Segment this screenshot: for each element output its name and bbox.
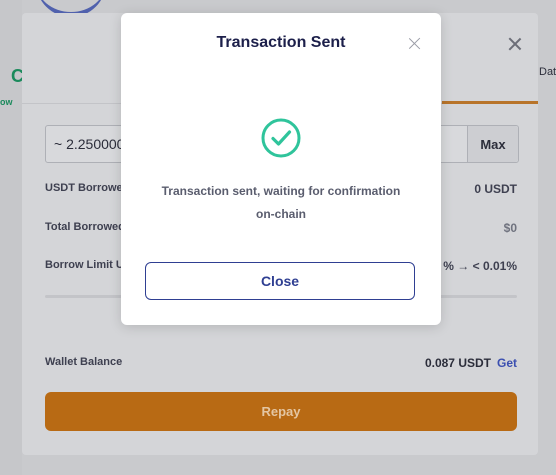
usdt-borrowed-value: 0 USDT xyxy=(474,182,517,196)
usdt-borrowed-label: USDT Borrowed xyxy=(45,182,130,194)
wallet-balance-row: Wallet Balance 0.087 USDT Get xyxy=(45,356,517,372)
get-link[interactable]: Get xyxy=(497,356,517,370)
active-tab-indicator xyxy=(442,101,538,104)
max-button[interactable]: Max xyxy=(467,126,518,162)
dialog-title: Transaction Sent xyxy=(216,34,346,51)
total-borrowed-value: $0 xyxy=(503,221,517,235)
background-partial-tab: Dat xyxy=(539,66,556,78)
amount-value: ~ 2.250000 xyxy=(54,136,125,152)
transaction-sent-dialog: Transaction Sent Transaction sent, waiti… xyxy=(121,13,441,325)
dialog-message: Transaction sent, waiting for confirmati… xyxy=(161,184,401,221)
borrow-limit-value: % → < 0.01% xyxy=(443,259,517,273)
wallet-balance-value: 0.087 USDT xyxy=(424,356,491,370)
close-icon[interactable] xyxy=(408,37,421,50)
wallet-balance-label: Wallet Balance xyxy=(45,356,123,368)
check-circle-icon xyxy=(261,118,301,158)
close-icon[interactable] xyxy=(508,37,522,51)
background-partial-subtext: ow xyxy=(0,97,13,107)
repay-button[interactable]: Repay xyxy=(45,392,517,431)
total-borrowed-label: Total Borrowed xyxy=(45,221,125,233)
close-button[interactable]: Close xyxy=(145,262,415,300)
wallet-balance-value-group: 0.087 USDT Get xyxy=(425,356,517,370)
